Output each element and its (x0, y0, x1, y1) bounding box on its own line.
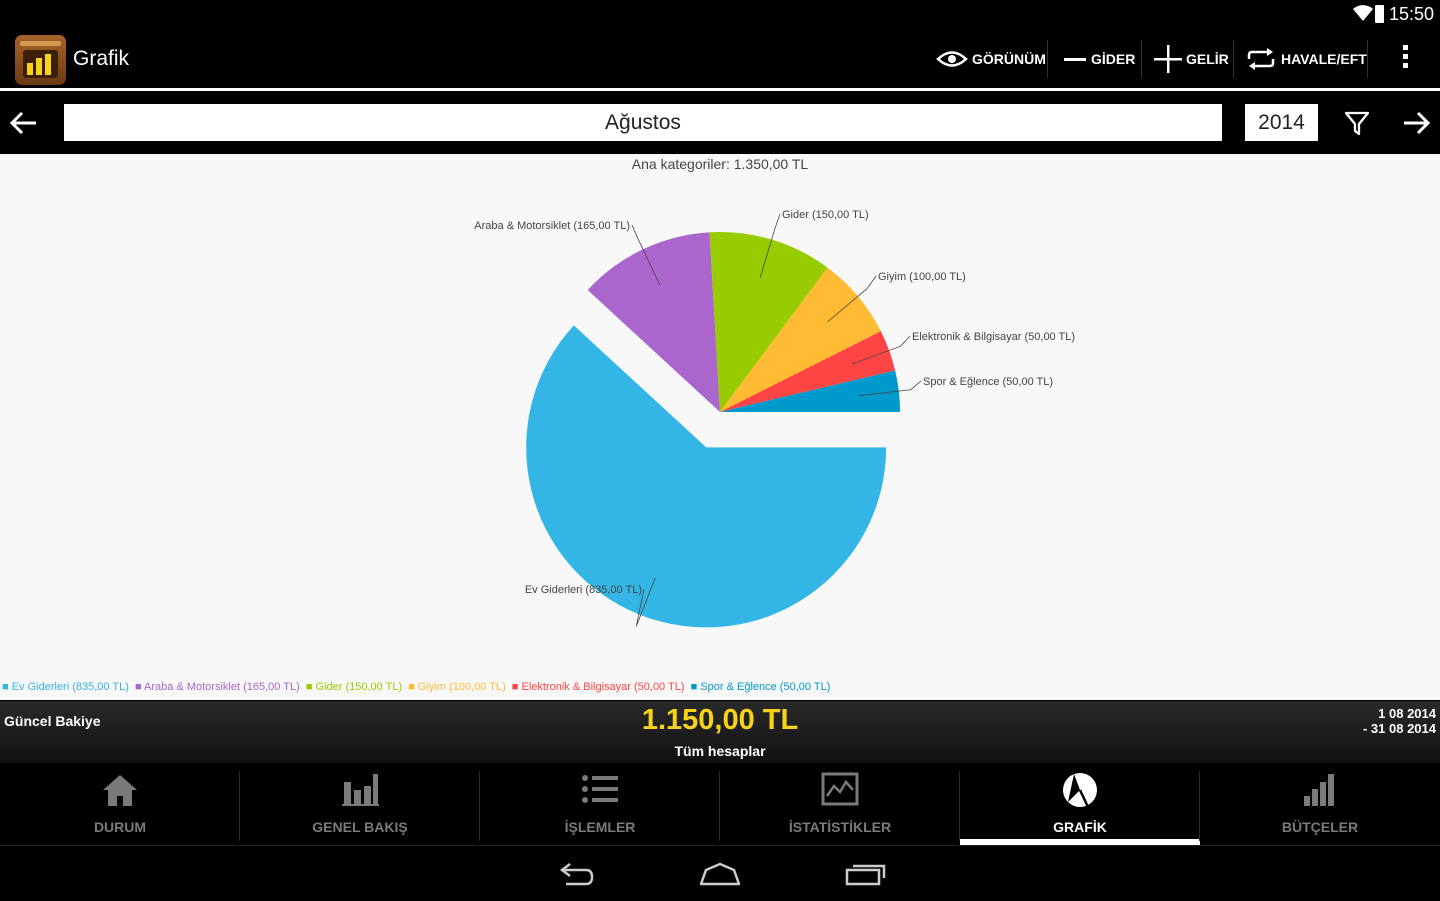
legend-item: ■ Gider (150,00 TL) (305, 681, 403, 693)
battery-icon (1375, 5, 1384, 23)
legend-label: Ev Giderleri (835,00 TL) (11, 681, 129, 693)
legend-item: ■ Araba & Motorsiklet (165,00 TL) (134, 681, 300, 693)
expense-button[interactable]: GİDER (1063, 30, 1135, 88)
wifi-icon (1353, 5, 1373, 21)
home-button-icon[interactable] (698, 860, 742, 888)
status-bar: 15:50 (0, 0, 1440, 30)
balance-bar: Güncel Bakiye 1.150,00 TL Tüm hesaplar 1… (0, 701, 1440, 763)
previous-arrow-icon[interactable] (4, 104, 44, 142)
year-selector[interactable]: 2014 (1245, 104, 1318, 141)
divider (1047, 40, 1048, 78)
tab-label: GENEL BAKIŞ (312, 819, 408, 835)
transfer-button[interactable]: HAVALE/EFT (1245, 30, 1367, 88)
date-to: - 31 08 2014 (1362, 721, 1436, 736)
filter-icon[interactable] (1343, 109, 1371, 137)
expense-button-label: GİDER (1091, 51, 1136, 67)
slice-label: Elektronik & Bilgisayar (50,00 TL) (912, 331, 1075, 343)
pie-chart-icon (1063, 773, 1097, 808)
date-range: 1 08 2014 - 31 08 2014 (1363, 706, 1436, 736)
tab-transactions[interactable]: İŞLEMLER (480, 763, 720, 845)
chart-legend: ■ Ev Giderleri (835,00 TL) ■ Araba & Mot… (2, 681, 833, 693)
recent-apps-icon[interactable] (844, 860, 888, 888)
action-bar: Grafik GÖRÜNÜM GİDER GELİR HAVALE/EFT (0, 30, 1440, 91)
balance-amount: 1.150,00 TL (641, 704, 799, 736)
tab-statistics[interactable]: İSTATİSTİKLER (720, 763, 960, 845)
view-button-label: GÖRÜNÜM (972, 51, 1046, 67)
slice-label: Giyim (100,00 TL) (878, 271, 966, 283)
tab-chart[interactable]: GRAFİK (960, 763, 1200, 845)
next-arrow-icon[interactable] (1396, 104, 1436, 142)
app-logo-icon[interactable] (14, 33, 67, 86)
clock: 15:50 (1388, 4, 1434, 24)
line-chart-icon (821, 772, 859, 806)
slice-label: Ev Giderleri (835,00 TL) (525, 584, 642, 596)
overflow-menu-icon[interactable] (1398, 45, 1412, 75)
system-nav-bar (0, 845, 1440, 901)
pie-chart[interactable]: Ev Giderleri (835,00 TL) Araba & Motorsik… (0, 154, 1440, 674)
divider (1141, 40, 1142, 78)
list-icon (582, 775, 618, 803)
legend-item: ■ Elektronik & Bilgisayar (50,00 TL) (511, 681, 685, 693)
month-selector[interactable]: Ağustos (64, 104, 1222, 141)
accounts-label: Tüm hesaplar (674, 743, 766, 759)
tab-label: İŞLEMLER (564, 819, 636, 835)
legend-label: Spor & Eğlence (50,00 TL) (700, 681, 831, 693)
eye-icon (936, 51, 968, 67)
slice-label: Gider (150,00 TL) (782, 209, 869, 221)
divider (1367, 40, 1368, 78)
tab-overview[interactable]: GENEL BAKIŞ (240, 763, 480, 845)
tab-bar: DURUM GENEL BAKIŞ İŞLEMLER İSTATİSTİKLER (0, 763, 1440, 845)
legend-label: Araba & Motorsiklet (165,00 TL) (144, 681, 300, 693)
transfer-icon (1247, 48, 1275, 70)
legend-item: ■ Giyim (100,00 TL) (408, 681, 506, 693)
minus-icon (1064, 58, 1086, 61)
income-button[interactable]: GELİR (1154, 30, 1229, 88)
slice-label: Araba & Motorsiklet (165,00 TL) (474, 220, 630, 232)
tab-label: GRAFİK (1053, 819, 1107, 835)
date-from: 1 08 2014 (1378, 706, 1436, 721)
chart-area: Ana kategoriler: 1.350,00 TL Ev Giderler… (0, 154, 1440, 700)
tab-budgets[interactable]: BÜTÇELER (1200, 763, 1440, 845)
legend-item: ■ Spor & Eğlence (50,00 TL) (690, 681, 831, 693)
plus-icon (1154, 45, 1182, 73)
income-button-label: GELİR (1186, 51, 1229, 67)
back-icon[interactable] (556, 860, 596, 888)
legend-label: Giyim (100,00 TL) (417, 681, 506, 693)
tab-label: BÜTÇELER (1281, 819, 1359, 835)
tab-label: İSTATİSTİKLER (788, 819, 892, 835)
budget-bars-icon (1304, 774, 1334, 806)
transfer-button-label: HAVALE/EFT (1281, 51, 1367, 67)
slice-label: Spor & Eğlence (50,00 TL) (923, 376, 1053, 388)
home-icon (103, 775, 137, 806)
divider (1233, 40, 1234, 78)
tab-label: DURUM (93, 819, 147, 835)
bar-chart-icon (342, 774, 379, 806)
legend-label: Gider (150,00 TL) (315, 681, 403, 693)
page-title: Grafik (73, 47, 130, 70)
view-button[interactable]: GÖRÜNÜM (936, 30, 1046, 88)
legend-label: Elektronik & Bilgisayar (50,00 TL) (521, 681, 685, 693)
legend-item: ■ Ev Giderleri (835,00 TL) (2, 681, 129, 693)
tab-status[interactable]: DURUM (0, 763, 240, 845)
